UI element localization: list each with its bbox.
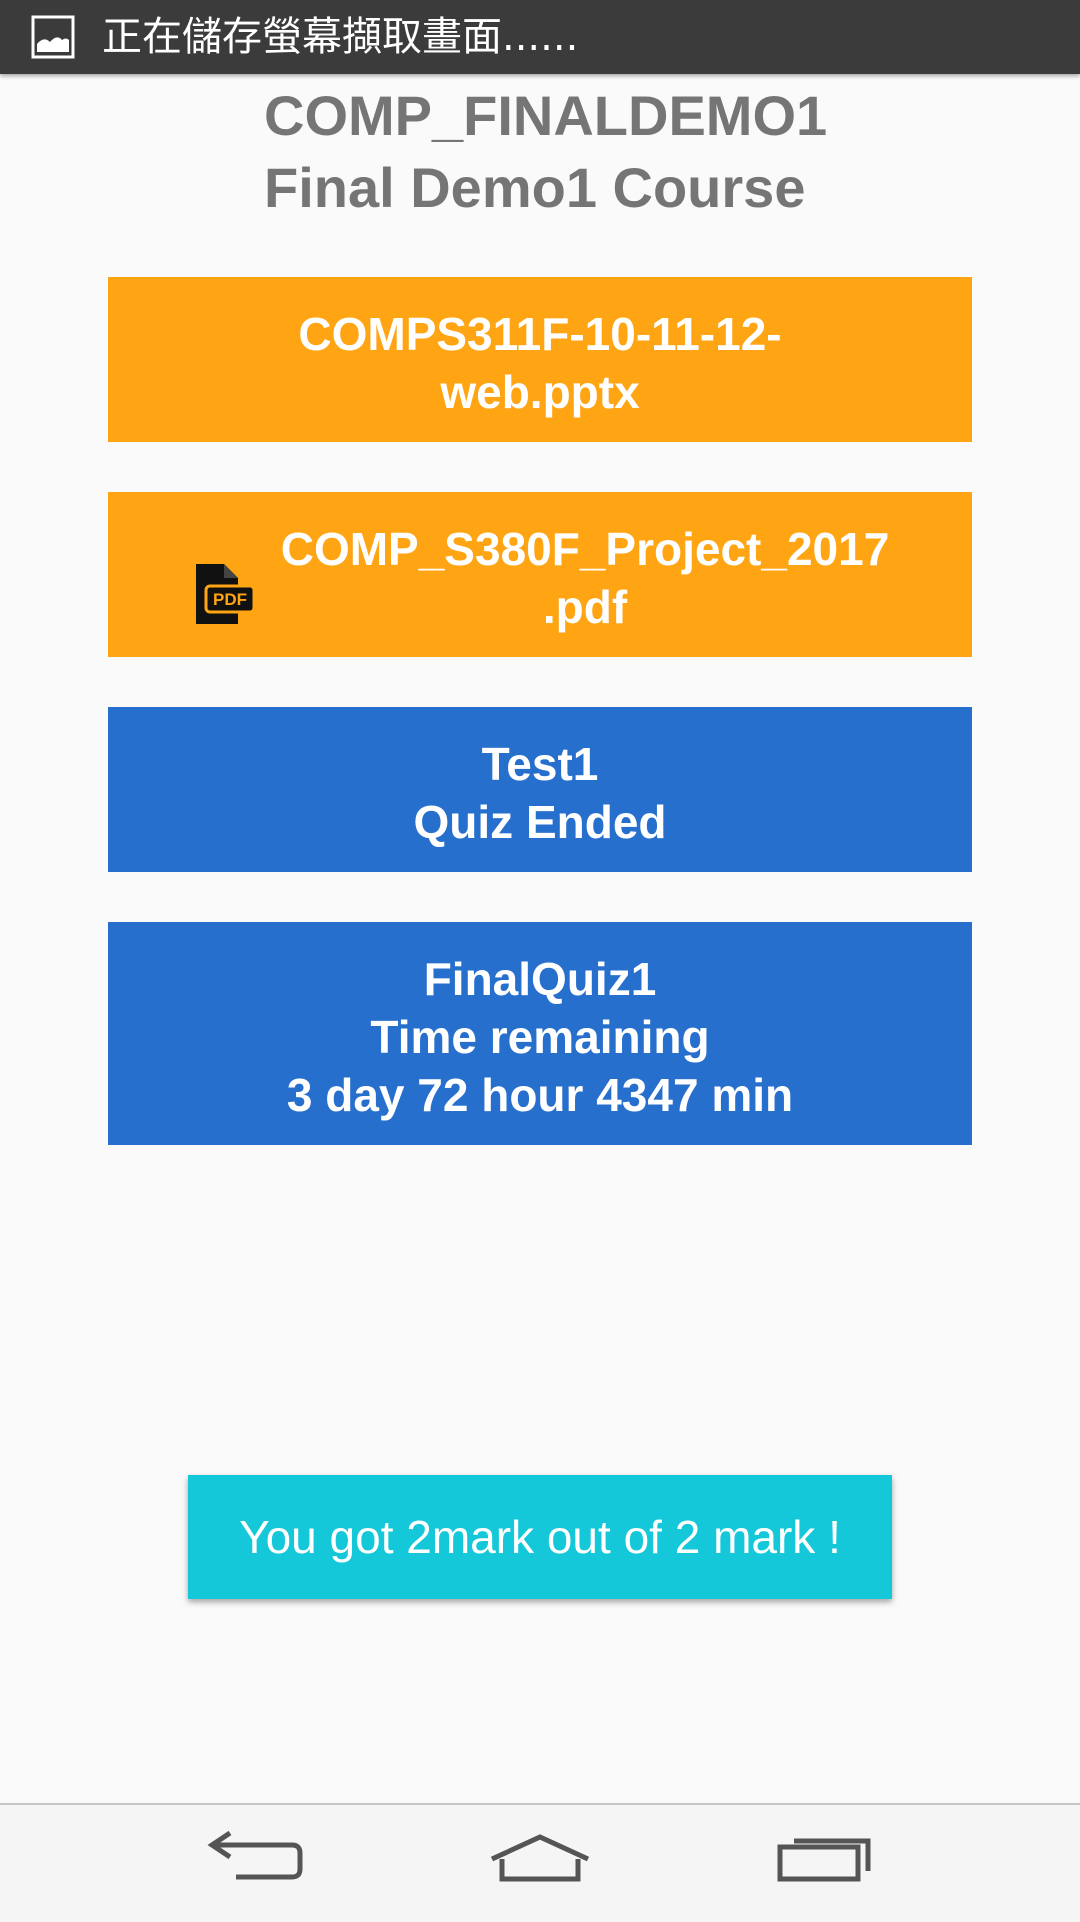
quiz-item-finalquiz1[interactable]: FinalQuiz1 Time remaining 3 day 72 hour … — [108, 922, 972, 1145]
back-icon[interactable] — [196, 1819, 316, 1909]
pdf-file-icon: PDF — [196, 564, 256, 624]
item-line: Time remaining — [370, 1010, 710, 1063]
screenshot-image-icon — [31, 15, 75, 59]
status-bar: 正在儲存螢幕擷取畫面...... — [0, 0, 1080, 74]
quiz-item-test1[interactable]: Test1 Quiz Ended — [108, 707, 972, 872]
file-item-pdf[interactable]: PDF COMP_S380F_Project_2017 .pdf — [108, 492, 972, 657]
item-line: .pdf — [542, 580, 628, 633]
home-icon[interactable] — [480, 1819, 600, 1909]
item-line: Test1 — [481, 737, 599, 790]
course-name: Final Demo1 Course — [264, 156, 806, 219]
navigation-bar — [0, 1803, 1080, 1922]
svg-text:PDF: PDF — [213, 590, 247, 609]
course-code: COMP_FINALDEMO1 — [264, 84, 828, 147]
item-line: FinalQuiz1 — [423, 952, 657, 1005]
recents-icon[interactable] — [764, 1819, 884, 1909]
item-line: Quiz Ended — [413, 795, 667, 848]
file-item-pptx[interactable]: COMPS311F-10-11-12- web.pptx — [108, 277, 972, 442]
item-line: 3 day 72 hour 4347 min — [286, 1068, 794, 1121]
item-line: web.pptx — [440, 365, 640, 418]
item-line: COMP_S380F_Project_2017 — [280, 522, 890, 575]
status-notification-text: 正在儲存螢幕擷取畫面...... — [102, 14, 579, 60]
page-title: COMP_FINALDEMO1 Final Demo1 Course — [0, 80, 1080, 224]
item-line: COMPS311F-10-11-12- — [298, 307, 782, 360]
score-toast: You got 2mark out of 2 mark ! — [188, 1475, 892, 1599]
